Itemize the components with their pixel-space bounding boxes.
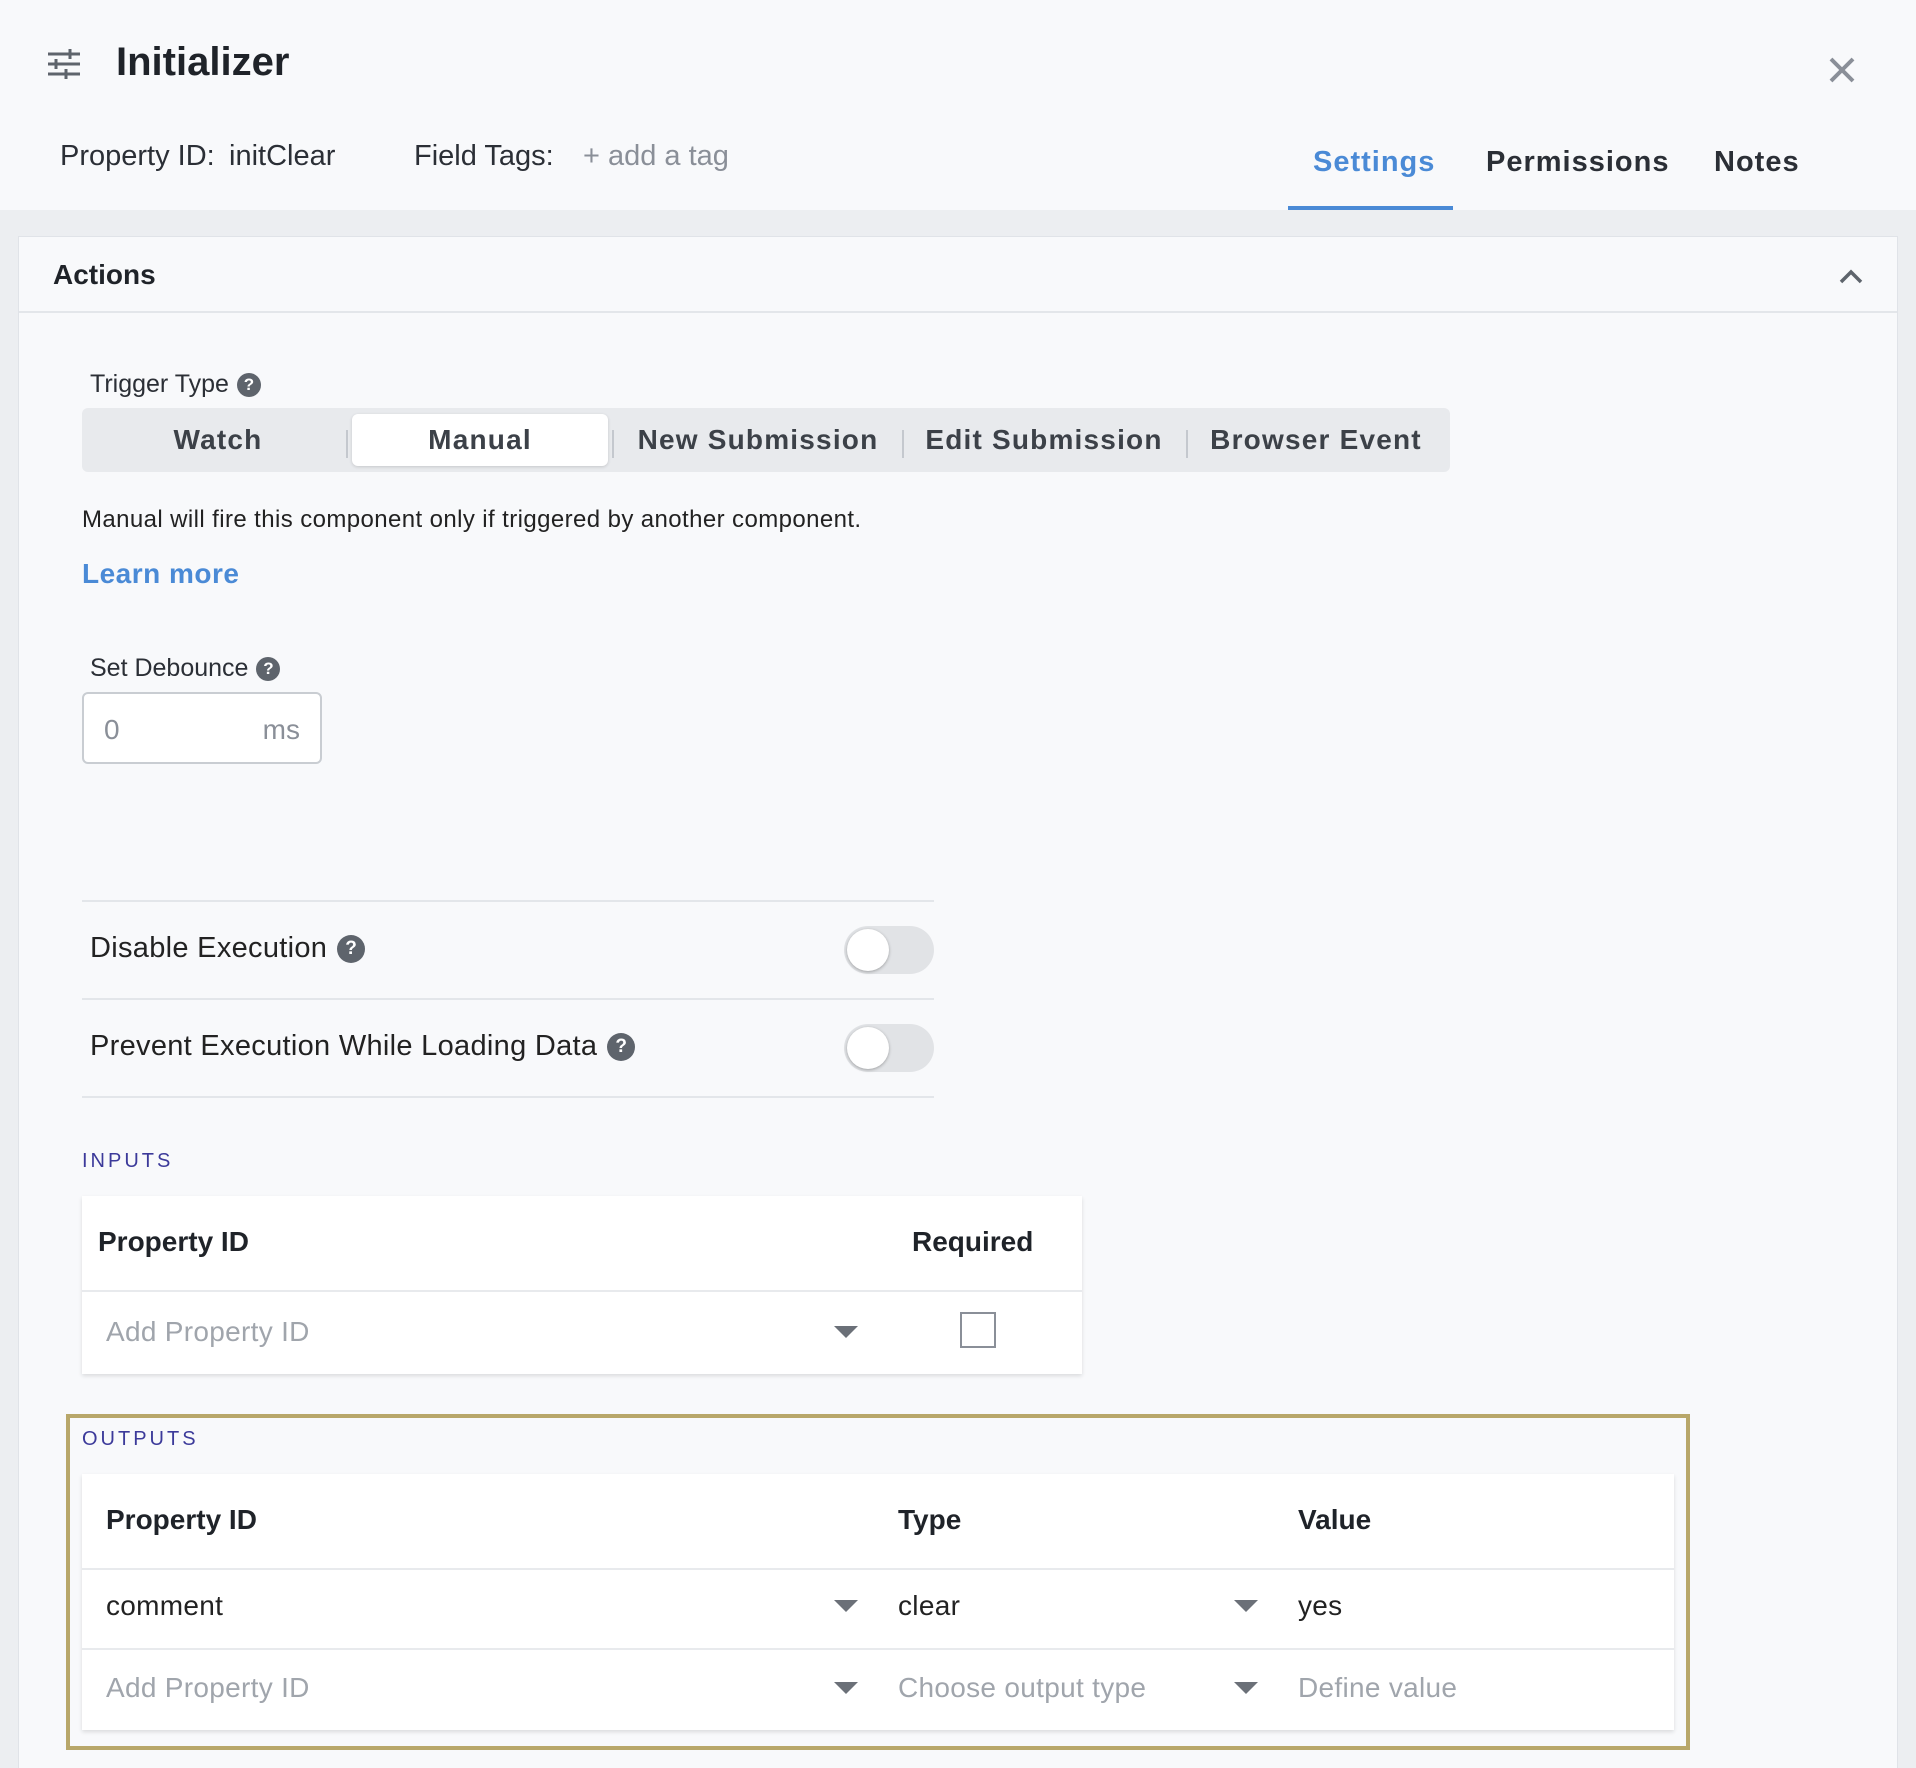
help-icon[interactable]: ? — [236, 372, 261, 397]
trigger-option-new-submission[interactable]: New Submission — [616, 414, 900, 466]
output-type-select[interactable]: Choose output type — [898, 1672, 1146, 1704]
close-icon[interactable] — [1820, 48, 1864, 92]
help-icon[interactable]: ? — [256, 656, 281, 681]
chevron-down-icon[interactable] — [1234, 1682, 1258, 1694]
trigger-option-manual[interactable]: Manual — [352, 414, 608, 466]
output-property-id-select[interactable]: Add Property ID — [106, 1672, 310, 1704]
outputs-table: Property ID Type Value comment clear yes… — [82, 1474, 1674, 1730]
chevron-up-icon[interactable] — [1831, 257, 1871, 297]
active-tab-indicator — [1288, 206, 1453, 210]
inputs-section-title: INPUTS — [82, 1150, 174, 1172]
trigger-description: Manual will fire this component only if … — [82, 506, 862, 533]
output-value-input[interactable]: yes — [1298, 1590, 1342, 1622]
divider — [82, 1096, 934, 1098]
column-header-property-id: Property ID — [106, 1504, 257, 1535]
property-id-select[interactable]: Add Property ID — [106, 1316, 310, 1348]
sliders-icon[interactable] — [44, 46, 84, 82]
column-header-type: Type — [898, 1504, 962, 1535]
disable-execution-label: Disable Execution ? — [90, 932, 366, 965]
page-title: Initializer — [116, 40, 290, 84]
divider — [82, 900, 934, 902]
divider — [82, 998, 934, 1000]
chevron-down-icon[interactable] — [834, 1682, 858, 1694]
help-icon[interactable]: ? — [607, 1032, 636, 1061]
column-header-property-id: Property ID — [98, 1226, 249, 1257]
trigger-type-text: Trigger Type — [90, 370, 229, 398]
debounce-input[interactable]: 0 ms — [82, 692, 322, 764]
output-type-select[interactable]: clear — [898, 1590, 960, 1622]
prevent-execution-text: Prevent Execution While Loading Data — [90, 1030, 598, 1062]
chevron-down-icon[interactable] — [834, 1326, 858, 1338]
property-id-value: initClear — [229, 140, 336, 172]
divider — [346, 430, 348, 458]
debounce-label-text: Set Debounce — [90, 654, 249, 682]
learn-more-link[interactable]: Learn more — [82, 558, 240, 590]
trigger-option-edit-submission[interactable]: Edit Submission — [904, 414, 1184, 466]
debounce-unit: ms — [262, 714, 300, 745]
toggle-knob — [847, 929, 889, 971]
divider — [82, 1648, 1674, 1650]
divider — [612, 430, 614, 458]
modal-header: Initializer Property ID: initClear Field… — [0, 0, 1916, 210]
required-checkbox[interactable] — [960, 1312, 996, 1348]
column-header-required: Required — [912, 1226, 1034, 1257]
actions-panel-header[interactable]: Actions — [19, 237, 1897, 313]
prevent-execution-toggle[interactable] — [844, 1024, 934, 1072]
trigger-type-label: Trigger Type ? — [90, 370, 261, 399]
toggle-knob — [847, 1027, 889, 1069]
disable-execution-toggle[interactable] — [844, 926, 934, 974]
trigger-option-watch[interactable]: Watch — [88, 414, 348, 466]
help-icon[interactable]: ? — [337, 934, 366, 963]
chevron-down-icon[interactable] — [1234, 1600, 1258, 1612]
add-tag-link[interactable]: + add a tag — [583, 140, 729, 173]
field-tags-label: Field Tags: — [414, 140, 554, 172]
column-header-value: Value — [1298, 1504, 1372, 1535]
tab-permissions[interactable]: Permissions — [1486, 146, 1669, 179]
property-id-label: Property ID: — [60, 140, 215, 172]
panel-title: Actions — [53, 259, 156, 290]
divider — [82, 1290, 1082, 1292]
divider — [82, 1568, 1674, 1570]
debounce-label: Set Debounce ? — [90, 654, 281, 683]
disable-execution-text: Disable Execution — [90, 932, 328, 964]
trigger-option-browser-event[interactable]: Browser Event — [1188, 414, 1444, 466]
outputs-section-title: OUTPUTS — [82, 1428, 199, 1450]
debounce-value: 0 — [104, 714, 120, 745]
output-property-id-select[interactable]: comment — [106, 1590, 223, 1622]
output-value-input[interactable]: Define value — [1298, 1672, 1457, 1704]
trigger-type-segmented-control: Watch Manual New Submission Edit Submiss… — [82, 408, 1450, 472]
tab-notes[interactable]: Notes — [1714, 146, 1800, 179]
chevron-down-icon[interactable] — [834, 1600, 858, 1612]
inputs-table: Property ID Required Add Property ID — [82, 1196, 1082, 1374]
prevent-execution-label: Prevent Execution While Loading Data ? — [90, 1030, 636, 1063]
tab-settings[interactable]: Settings — [1313, 146, 1435, 179]
